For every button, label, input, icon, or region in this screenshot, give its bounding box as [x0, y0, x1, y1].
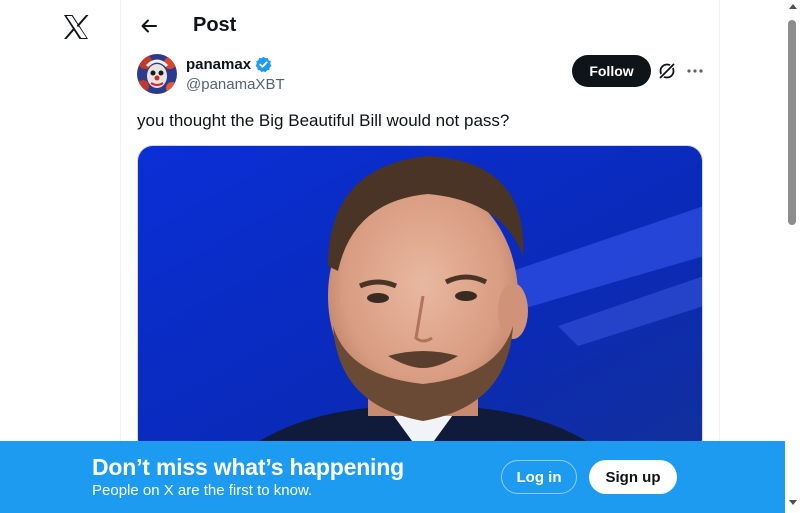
- arrow-left-icon: [141, 19, 157, 33]
- scroll-up-arrow-icon[interactable]: [789, 4, 797, 9]
- scrollbar[interactable]: [785, 0, 800, 513]
- post-header: Post: [121, 0, 719, 52]
- primary-column: Post panamax @panamaXBT Follow you thoug…: [120, 0, 720, 513]
- author-handle[interactable]: @panamaXBT: [186, 76, 285, 93]
- follow-button[interactable]: Follow: [572, 55, 651, 87]
- log-in-button[interactable]: Log in: [501, 460, 577, 494]
- x-logo-icon[interactable]: [61, 12, 91, 42]
- post-text: you thought the Big Beautiful Bill would…: [137, 111, 510, 130]
- banner-subtitle: People on X are the first to know.: [92, 482, 313, 499]
- verified-badge-icon[interactable]: [255, 56, 272, 73]
- sign-up-button[interactable]: Sign up: [589, 460, 677, 494]
- scrollbar-thumb[interactable]: [788, 20, 796, 225]
- avatar[interactable]: [137, 54, 177, 94]
- grok-icon[interactable]: [657, 61, 677, 81]
- scroll-down-arrow-icon[interactable]: [789, 500, 797, 505]
- page: Post panamax @panamaXBT Follow you thoug…: [0, 0, 800, 513]
- author-name-row[interactable]: panamax: [186, 56, 272, 73]
- page-title: Post: [193, 14, 237, 36]
- login-prompt-banner: Don’t miss what’s happening People on X …: [0, 441, 785, 513]
- post-media-photo[interactable]: [137, 145, 703, 455]
- author-name[interactable]: panamax: [186, 56, 251, 73]
- back-button[interactable]: [135, 12, 163, 40]
- banner-title: Don’t miss what’s happening: [92, 454, 404, 480]
- more-dots-icon[interactable]: [685, 61, 705, 81]
